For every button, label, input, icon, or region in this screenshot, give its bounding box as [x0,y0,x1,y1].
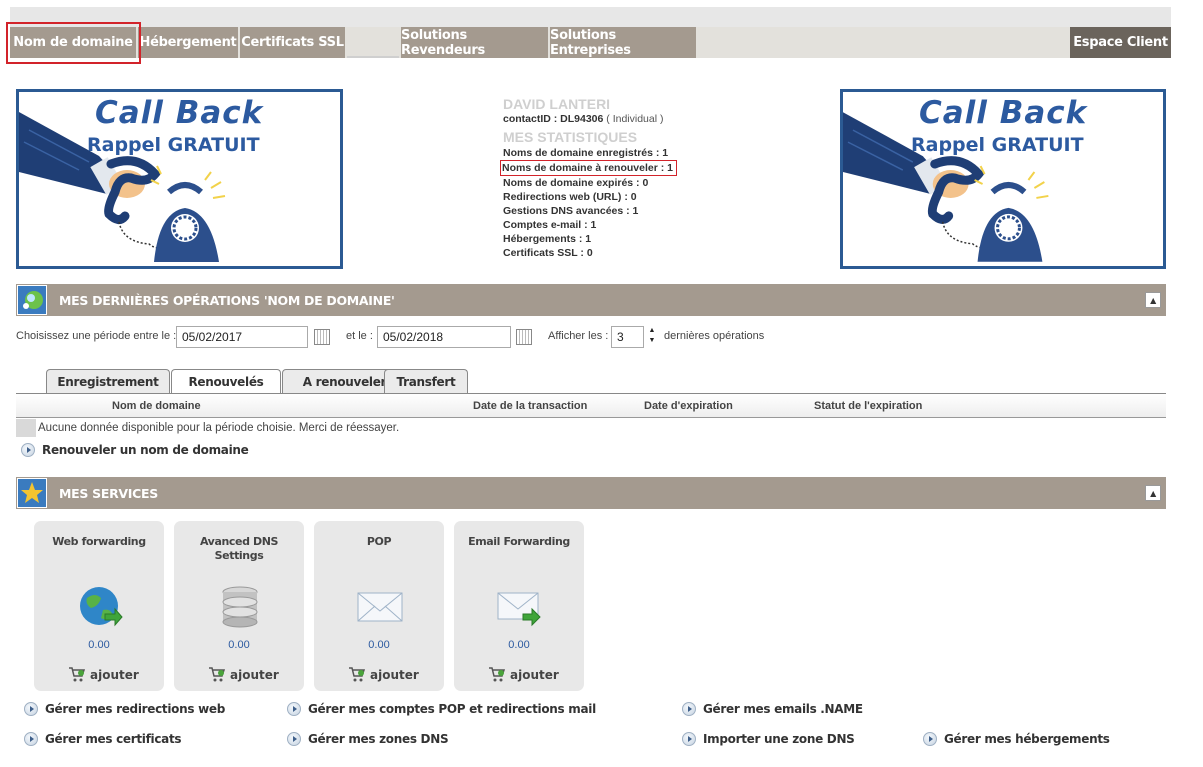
operations-header: MES DERNIÈRES OPÉRATIONS 'NOM DE DOMAINE… [16,284,1166,316]
col-expiration-date[interactable]: Date d'expiration [644,400,733,412]
manage-hosting-link[interactable]: Gérer mes hébergements [923,732,1110,746]
empty-message: Aucune donnée disponible pour la période… [38,422,400,434]
nav-tab-hosting[interactable]: Hébergement [138,27,238,58]
card-title: Email Forwarding [468,535,570,548]
envelope-icon [357,592,403,622]
card-price: 0.00 [368,639,390,651]
services-header: MES SERVICES ▲ [16,477,1166,509]
cart-add-icon [489,667,505,682]
col-expiration-status[interactable]: Statut de l'expiration [814,400,922,412]
arrow-right-icon [682,732,696,746]
card-title: Web forwarding [52,535,146,548]
add-to-cart-button[interactable]: ajouter [348,667,419,682]
arrow-right-icon [21,443,35,457]
arrow-right-icon [287,702,301,716]
manage-name-emails-link[interactable]: Gérer mes emails .NAME [682,702,863,716]
globe-operations-icon [17,285,47,315]
empty-row-cell [16,419,36,437]
count-stepper[interactable]: ▲ ▼ [647,326,657,348]
period-to-label: et le : [346,330,373,342]
services-title: MES SERVICES [59,485,158,501]
database-icon [222,586,258,628]
star-services-icon [17,478,47,508]
stat-hosting: Hébergements : 1 [503,233,592,245]
show-count-label: Afficher les : [548,330,609,342]
arrow-right-icon [24,702,38,716]
email-forward-icon [497,592,541,627]
service-card-email-forwarding: Email Forwarding 0.00 ajouter [454,521,584,691]
nav-tab-ssl[interactable]: Certificats SSL [240,27,345,58]
nav-tab-resellers[interactable]: Solutions Revendeurs [401,27,548,58]
card-price: 0.00 [508,639,530,651]
cart-add-icon [349,667,365,682]
cart-add-icon [69,667,85,682]
contact-id: contactID : DL94306 ( Individual ) [503,113,664,125]
col-domain[interactable]: Nom de domaine [112,400,201,412]
count-suffix: dernières opérations [664,330,765,342]
top-strip [10,7,1171,27]
card-title: Avanced DNS Settings [199,535,279,562]
stat-to-renew[interactable]: Noms de domaine à renouveler : 1 [500,160,803,176]
arrow-right-icon [923,732,937,746]
callback-banner-left[interactable]: Call Back Rappel GRATUIT [16,89,343,269]
operations-table-header: Nom de domaine Date de la transaction Da… [16,394,1166,418]
stat-expired: Noms de domaine expirés : 0 [503,177,649,189]
service-card-web-forwarding: Web forwarding 0.00 ajouter [34,521,164,691]
renew-domain-link[interactable]: Renouveler un nom de domaine [21,443,249,457]
stat-dns: Gestions DNS avancées : 1 [503,205,639,217]
tab-transfer[interactable]: Transfert [384,369,468,393]
stat-ssl: Certificats SSL : 0 [503,247,593,259]
calendar-from-icon[interactable] [314,329,330,345]
add-to-cart-button[interactable]: ajouter [68,667,139,682]
manage-pop-accounts-link[interactable]: Gérer mes comptes POP et redirections ma… [287,702,596,716]
stat-email: Comptes e-mail : 1 [503,219,597,231]
account-stats: DAVID LANTERI contactID : DL94306 ( Indi… [500,96,803,260]
manage-dns-zones-link[interactable]: Gérer mes zones DNS [287,732,449,746]
period-to-input[interactable] [377,326,511,348]
empty-row: Aucune donnée disponible pour la période… [16,419,1166,437]
import-dns-zone-link[interactable]: Importer une zone DNS [682,732,855,746]
main-nav: Nom de domaine Hébergement Certificats S… [10,27,1171,58]
service-card-pop: POP 0.00 ajouter [314,521,444,691]
banner-subtitle: Rappel GRATUIT [87,134,260,156]
period-from-input[interactable] [176,326,308,348]
arrow-right-icon [287,732,301,746]
collapse-services-button[interactable]: ▲ [1145,485,1161,501]
tab-registration[interactable]: Enregistrement [46,369,170,393]
col-transaction-date[interactable]: Date de la transaction [473,400,587,412]
period-from-label: Choisissez une période entre le : [16,330,177,342]
service-card-advanced-dns: Avanced DNS Settings 0.00 ajouter [174,521,304,691]
globe-icon [80,587,123,627]
manage-certificates-link[interactable]: Gérer mes certificats [24,732,182,746]
nav-tab-enterprise[interactable]: Solutions Entreprises [550,27,696,58]
arrow-right-icon [682,702,696,716]
operations-count-input[interactable] [611,326,644,348]
client-area-button[interactable]: Espace Client [1070,27,1171,58]
collapse-operations-button[interactable]: ▲ [1145,292,1161,308]
banner-title: Call Back [95,95,264,131]
card-title: POP [366,535,392,548]
add-to-cart-button[interactable]: ajouter [208,667,279,682]
arrow-right-icon [24,732,38,746]
stat-web-redirects: Redirections web (URL) : 0 [503,191,637,203]
operations-title: MES DERNIÈRES OPÉRATIONS 'NOM DE DOMAINE… [59,292,395,308]
banner-subtitle: Rappel GRATUIT [911,134,1084,156]
card-price: 0.00 [88,639,110,651]
tab-renewed[interactable]: Renouvelés [171,369,281,394]
add-to-cart-button[interactable]: ajouter [488,667,559,682]
banner-title: Call Back [919,95,1088,131]
stats-heading: MES STATISTIQUES [503,129,638,145]
nav-tab-domain[interactable]: Nom de domaine [10,27,136,58]
stat-registered: Noms de domaine enregistrés : 1 [503,147,669,159]
account-name: DAVID LANTERI [503,96,611,112]
nav-tab-empty [347,27,399,58]
cart-add-icon [209,667,225,682]
calendar-to-icon[interactable] [516,329,532,345]
card-price: 0.00 [228,639,250,651]
callback-banner-right[interactable]: Call Back Rappel GRATUIT [840,89,1166,269]
manage-web-redirects-link[interactable]: Gérer mes redirections web [24,702,225,716]
